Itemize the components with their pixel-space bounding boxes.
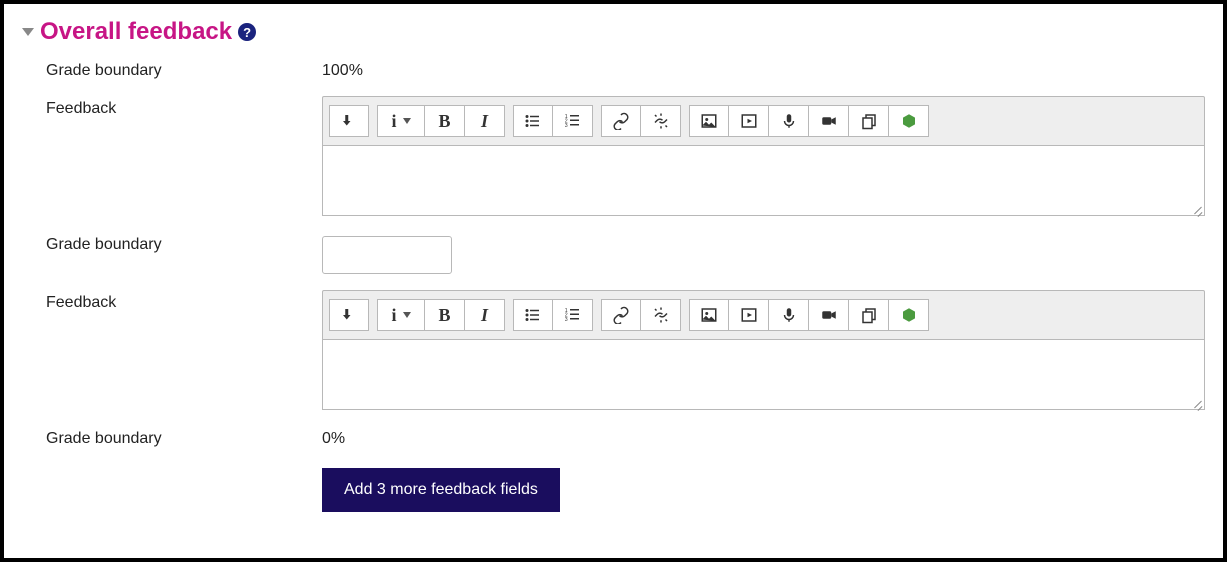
svg-text:3: 3 [564, 123, 567, 129]
list-ol-icon: 123 [564, 112, 582, 130]
feedback-row-1: Feedback i B I 123 [22, 96, 1205, 216]
actions-row: Add 3 more feedback fields [22, 464, 1205, 512]
copy-icon [860, 306, 878, 324]
paragraph-style-button[interactable]: i [377, 299, 425, 331]
grade-boundary-row-2: Grade boundary [22, 232, 1205, 274]
editor-toolbar: i B I 123 [322, 96, 1205, 146]
italic-button[interactable]: I [465, 105, 505, 137]
video-button[interactable] [809, 105, 849, 137]
bullet-list-button[interactable] [513, 105, 553, 137]
list-ul-icon [524, 306, 542, 324]
link-icon [612, 306, 630, 324]
number-list-button[interactable]: 123 [553, 105, 593, 137]
unlink-button[interactable] [641, 105, 681, 137]
film-icon [740, 112, 758, 130]
video-icon [820, 112, 838, 130]
editor-toolbar: i B I 123 [322, 290, 1205, 340]
microphone-button[interactable] [769, 105, 809, 137]
toggle-toolbar-button[interactable] [329, 299, 369, 331]
microphone-button[interactable] [769, 299, 809, 331]
collapse-caret-icon [22, 28, 34, 36]
hexagon-icon [900, 306, 918, 324]
grade-boundary-row-3: Grade boundary 0% [22, 426, 1205, 448]
feedback-label: Feedback [22, 96, 322, 118]
arrow-down-icon [340, 306, 358, 324]
link-button[interactable] [601, 299, 641, 331]
video-button[interactable] [809, 299, 849, 331]
image-icon [700, 306, 718, 324]
list-ul-icon [524, 112, 542, 130]
unlink-icon [652, 306, 670, 324]
resize-handle-icon[interactable] [1191, 396, 1203, 408]
image-button[interactable] [689, 299, 729, 331]
feedback-label: Feedback [22, 290, 322, 312]
chevron-down-icon [403, 312, 411, 318]
film-icon [740, 306, 758, 324]
toggle-toolbar-button[interactable] [329, 105, 369, 137]
bold-button[interactable]: B [425, 299, 465, 331]
arrow-down-icon [340, 112, 358, 130]
add-feedback-fields-button[interactable]: Add 3 more feedback fields [322, 468, 560, 512]
resize-handle-icon[interactable] [1191, 202, 1203, 214]
grade-boundary-label: Grade boundary [22, 426, 322, 448]
unlink-button[interactable] [641, 299, 681, 331]
image-icon [700, 112, 718, 130]
bold-button[interactable]: B [425, 105, 465, 137]
files-button[interactable] [849, 299, 889, 331]
feedback-row-2: Feedback i B I 123 [22, 290, 1205, 410]
grade-boundary-value: 100% [322, 58, 1205, 80]
link-button[interactable] [601, 105, 641, 137]
link-icon [612, 112, 630, 130]
grade-boundary-value: 0% [322, 426, 1205, 448]
unlink-icon [652, 112, 670, 130]
bullet-list-button[interactable] [513, 299, 553, 331]
section-header[interactable]: Overall feedback ? [22, 18, 1205, 46]
feedback-textarea[interactable] [322, 146, 1205, 216]
grade-boundary-label: Grade boundary [22, 232, 322, 254]
copy-icon [860, 112, 878, 130]
number-list-button[interactable]: 123 [553, 299, 593, 331]
italic-button[interactable]: I [465, 299, 505, 331]
feedback-textarea[interactable] [322, 340, 1205, 410]
hexagon-icon [900, 112, 918, 130]
image-button[interactable] [689, 105, 729, 137]
section-title: Overall feedback [40, 18, 232, 46]
feedback-editor-1: i B I 123 [322, 96, 1205, 216]
feedback-editor-2: i B I 123 [322, 290, 1205, 410]
grade-boundary-input[interactable] [322, 236, 452, 274]
list-ol-icon: 123 [564, 306, 582, 324]
plugin-button[interactable] [889, 299, 929, 331]
svg-text:3: 3 [564, 317, 567, 323]
grade-boundary-row-1: Grade boundary 100% [22, 58, 1205, 80]
chevron-down-icon [403, 118, 411, 124]
media-button[interactable] [729, 105, 769, 137]
video-icon [820, 306, 838, 324]
media-button[interactable] [729, 299, 769, 331]
plugin-button[interactable] [889, 105, 929, 137]
microphone-icon [780, 112, 798, 130]
paragraph-style-button[interactable]: i [377, 105, 425, 137]
grade-boundary-label: Grade boundary [22, 58, 322, 80]
files-button[interactable] [849, 105, 889, 137]
microphone-icon [780, 306, 798, 324]
help-icon[interactable]: ? [238, 23, 256, 41]
